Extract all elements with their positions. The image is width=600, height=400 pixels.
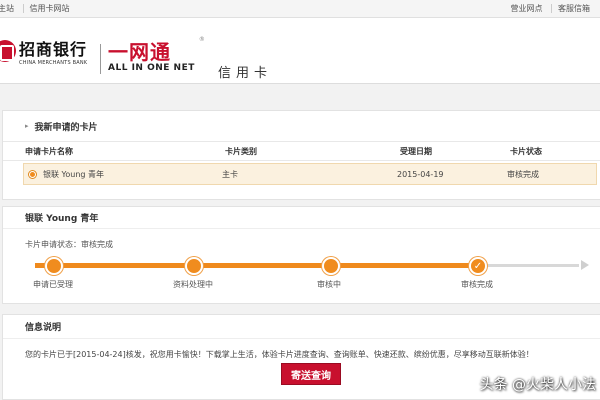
check-icon: ✓ [469, 257, 487, 275]
col-header-date: 受理日期 [400, 146, 432, 156]
step-dot-2 [185, 257, 203, 275]
application-progress-panel: 银联 Young 青年 卡片申请状态：审核完成 ✓ 申请已受理 资料处理中 审核… [2, 206, 600, 304]
step-label-2: 资料处理中 [173, 280, 213, 289]
top-nav-bar: 主站 信用卡网站 营业网点 客服信箱 [0, 0, 600, 18]
cmb-logo-icon [0, 40, 16, 62]
cmb-logo[interactable]: 招商银行 CHINA MERCHANTS BANK [0, 36, 87, 66]
chevron-right-icon: ▸ [25, 122, 29, 130]
link-credit-card-site[interactable]: 信用卡网站 [22, 4, 76, 13]
radio-selected-icon[interactable] [28, 169, 37, 179]
info-title: 信息说明 [3, 315, 600, 339]
step-dot-3 [322, 257, 340, 275]
top-nav-right: 营业网点 客服信箱 [504, 3, 596, 14]
product-name-en: ALL IN ONE NET [108, 63, 195, 73]
top-nav-left: 主站 信用卡网站 [0, 3, 76, 14]
logo-divider [100, 44, 101, 74]
card-name: 银联 Young 青年 [43, 169, 105, 179]
bank-name-en: CHINA MERCHANTS BANK [19, 60, 88, 66]
link-service-mailbox[interactable]: 客服信箱 [551, 4, 596, 13]
watermark: 头条 @火柴人小法 [479, 377, 596, 393]
col-header-type: 卡片类别 [225, 146, 257, 156]
delivery-query-button[interactable]: 寄送查询 [281, 363, 341, 385]
progress-track: ✓ [35, 257, 589, 275]
progress-line-done [35, 263, 479, 268]
step-dot-1 [45, 257, 63, 275]
my-cards-panel: ▸ 我新申请的卡片 申请卡片名称 卡片类别 受理日期 卡片状态 银联 Young… [2, 110, 600, 200]
bank-name-cn: 招商银行 [19, 40, 88, 59]
all-in-one-net-logo[interactable]: 一网通 ALL IN ONE NET ® [108, 36, 205, 73]
application-status-text: 卡片申请状态：审核完成 [25, 240, 113, 249]
col-header-status: 卡片状态 [510, 146, 542, 156]
step-label-4: 审核完成 [461, 280, 493, 289]
section-title: 信用卡 [218, 66, 273, 81]
info-text: 您的卡片已于[2015-04-24]核发，祝您用卡愉快！下载掌上生活，体验卡片进… [25, 350, 534, 359]
product-name-cn: 一网通 [108, 40, 171, 64]
col-header-name: 申请卡片名称 [25, 146, 73, 156]
card-type: 主卡 [222, 169, 238, 179]
progress-card-title: 银联 Young 青年 [3, 207, 600, 229]
step-label-3: 审核中 [317, 280, 341, 289]
my-cards-title: ▸ 我新申请的卡片 [3, 111, 600, 141]
registered-mark: ® [198, 36, 205, 43]
progress-line-remaining [479, 264, 579, 267]
my-cards-title-text: 我新申请的卡片 [34, 122, 98, 133]
site-header: 招商银行 CHINA MERCHANTS BANK 一网通 ALL IN ONE… [0, 18, 600, 84]
arrow-right-icon [581, 260, 589, 270]
link-branches[interactable]: 营业网点 [504, 4, 548, 13]
card-date: 2015-04-19 [397, 169, 444, 179]
link-main-site[interactable]: 主站 [0, 4, 20, 13]
step-label-1: 申请已受理 [33, 280, 73, 289]
table-row[interactable]: 银联 Young 青年 主卡 2015-04-19 审核完成 [23, 163, 597, 185]
card-status: 审核完成 [507, 169, 539, 179]
card-name-cell: 银联 Young 青年 [24, 169, 222, 180]
cards-table-header: 申请卡片名称 卡片类别 受理日期 卡片状态 [3, 141, 600, 161]
